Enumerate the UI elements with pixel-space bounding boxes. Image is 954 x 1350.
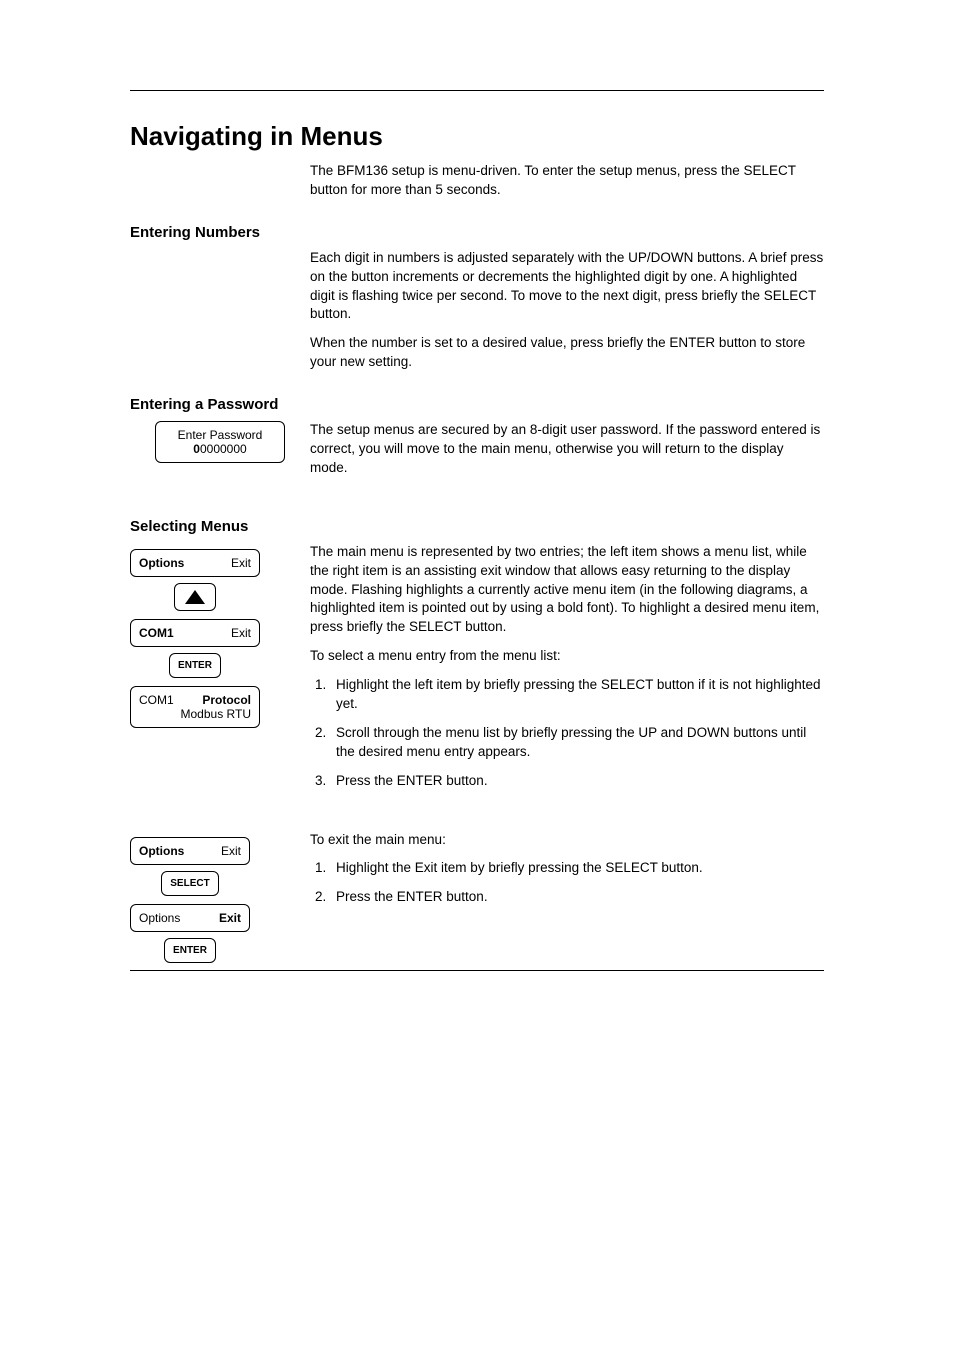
selectmenus-body-1: The main menu is represented by two entr… <box>310 543 824 801</box>
page: Navigating in Menus The BFM136 setup is … <box>0 0 954 1121</box>
up-arrow-icon <box>174 583 216 611</box>
heading-entering-password: Entering a Password <box>130 396 824 413</box>
password-row: Enter Password 00000000 The setup menus … <box>130 421 824 488</box>
flow2-box1-right: Exit <box>221 844 241 858</box>
enter-button-label-2: ENTER <box>164 938 216 963</box>
heading-entering-numbers: Entering Numbers <box>130 224 824 241</box>
lcd-password-value: 00000000 <box>164 442 276 456</box>
flow-exit-menu: Options Exit SELECT Options Exit ENTER <box>130 837 250 963</box>
flow2-box2-left: Options <box>139 911 180 925</box>
flow2-box1: Options Exit <box>130 837 250 865</box>
flow1-box3-left: COM1 <box>139 693 174 707</box>
lcd-password-box: Enter Password 00000000 <box>155 421 285 463</box>
lcd-password-label: Enter Password <box>164 428 276 442</box>
flow2-box2-right: Exit <box>219 911 241 925</box>
flow1-box3-line2: Modbus RTU <box>139 707 251 721</box>
exit-lead: To exit the main menu: <box>310 831 824 850</box>
flow1-box1-left: Options <box>139 556 184 570</box>
numbers-para-1: Each digit in numbers is adjusted separa… <box>310 249 824 325</box>
selectmenus-step-2: Scroll through the menu list by briefly … <box>330 724 824 762</box>
selectmenus-figure-2: Options Exit SELECT Options Exit ENTER <box>130 831 310 971</box>
selectmenus-steps: Highlight the left item by briefly press… <box>310 676 824 790</box>
lcd-password-digits-rest: 0000000 <box>200 442 247 456</box>
selectmenus-lead: To select a menu entry from the menu lis… <box>310 647 824 666</box>
lcd-password-digit-highlight: 0 <box>193 442 200 456</box>
page-title: Navigating in Menus <box>130 121 824 152</box>
flow-select-entry: Options Exit COM1 Exit ENTER COM1 Protoc… <box>130 549 260 728</box>
selectmenus-body-2: To exit the main menu: Highlight the Exi… <box>310 831 824 918</box>
selectmenus-row-2: Options Exit SELECT Options Exit ENTER T… <box>130 831 824 971</box>
flow2-box2: Options Exit <box>130 904 250 932</box>
flow1-box2: COM1 Exit <box>130 619 260 647</box>
footer-rule <box>130 970 824 971</box>
password-body: The setup menus are secured by an 8-digi… <box>310 421 824 488</box>
selectmenus-figure-1: Options Exit COM1 Exit ENTER COM1 Protoc… <box>130 543 310 728</box>
exit-step-2: Press the ENTER button. <box>330 888 824 907</box>
selectmenus-step-3: Press the ENTER button. <box>330 772 824 791</box>
intro-paragraph: The BFM136 setup is menu-driven. To ente… <box>310 162 824 200</box>
select-button-label: SELECT <box>161 871 218 896</box>
flow2-box1-left: Options <box>139 844 184 858</box>
exit-steps: Highlight the Exit item by briefly press… <box>310 859 824 907</box>
flow1-box2-left: COM1 <box>139 626 174 640</box>
flow1-box1: Options Exit <box>130 549 260 577</box>
flow1-box2-right: Exit <box>231 626 251 640</box>
header-rule <box>130 90 824 91</box>
selectmenus-row-1: Options Exit COM1 Exit ENTER COM1 Protoc… <box>130 543 824 801</box>
exit-step-1: Highlight the Exit item by briefly press… <box>330 859 824 878</box>
flow1-box1-right: Exit <box>231 556 251 570</box>
password-figure: Enter Password 00000000 <box>130 421 310 463</box>
intro-block: The BFM136 setup is menu-driven. To ente… <box>310 162 824 200</box>
selectmenus-step-1: Highlight the left item by briefly press… <box>330 676 824 714</box>
password-para: The setup menus are secured by an 8-digi… <box>310 421 824 478</box>
enter-button-label-1: ENTER <box>169 653 221 678</box>
flow1-box3: COM1 Protocol Modbus RTU <box>130 686 260 728</box>
selectmenus-para-1: The main menu is represented by two entr… <box>310 543 824 637</box>
numbers-para-2: When the number is set to a desired valu… <box>310 334 824 372</box>
numbers-block: Each digit in numbers is adjusted separa… <box>310 249 824 372</box>
heading-selecting-menus: Selecting Menus <box>130 518 824 535</box>
flow1-box3-right: Protocol <box>202 693 251 707</box>
